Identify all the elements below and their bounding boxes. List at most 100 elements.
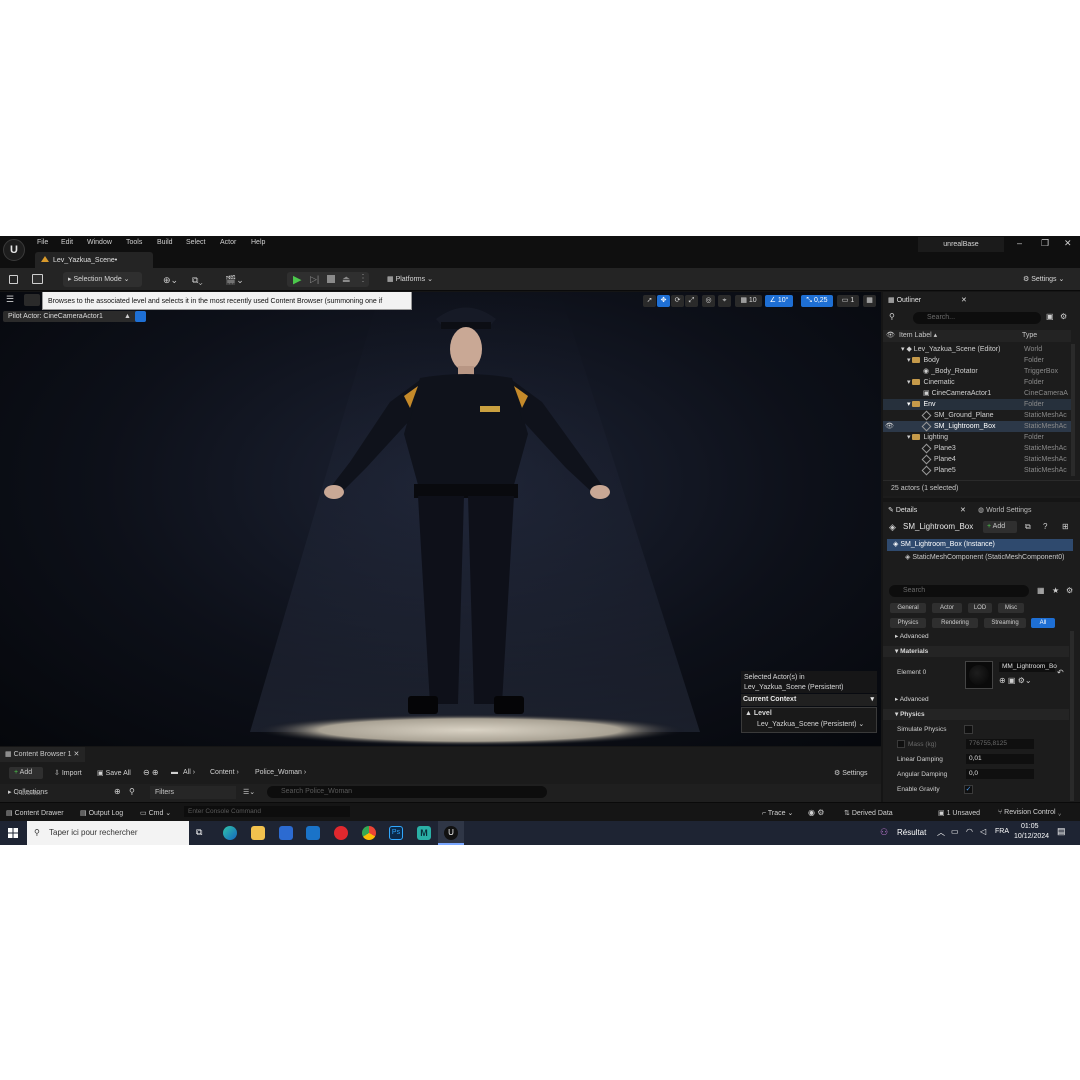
collection-search-icon[interactable]: ⚲: [129, 787, 135, 796]
filter-physics[interactable]: Physics: [890, 618, 926, 628]
details-scrollbar[interactable]: [1070, 631, 1074, 801]
close-icon[interactable]: ✕: [1064, 238, 1072, 249]
camera-speed-button[interactable]: ▭ 1: [837, 295, 859, 307]
details-tab[interactable]: ✎ Details: [888, 506, 917, 514]
menu-actor[interactable]: Actor: [220, 239, 236, 246]
filter-all[interactable]: All: [1031, 618, 1055, 628]
select-tool-icon[interactable]: ➚: [643, 295, 656, 307]
viewport-layout-icon[interactable]: ▦: [863, 295, 876, 307]
unreal-logo-icon[interactable]: U: [3, 239, 25, 261]
reset-icon[interactable]: ↶: [1057, 668, 1064, 677]
details-close-icon[interactable]: ✕: [960, 506, 966, 514]
filters-button[interactable]: Filters: [150, 786, 236, 799]
level-tab[interactable]: Lev_Yazkua_Scene•: [35, 252, 153, 268]
outliner-row-plane5[interactable]: Plane5 StaticMeshAc: [883, 465, 1071, 476]
opera-icon[interactable]: [334, 826, 348, 840]
content-drawer-button[interactable]: ▤ Content Drawer: [6, 809, 64, 817]
volume-icon[interactable]: ◁: [980, 827, 986, 836]
details-options-icon[interactable]: ⊞: [1062, 522, 1069, 531]
breadcrumb-content[interactable]: Content ›: [210, 769, 239, 776]
content-add-button[interactable]: + Add: [9, 767, 43, 779]
outliner-row-world[interactable]: ▾ ◆ Lev_Yazkua_Scene (Editor) World: [883, 344, 1071, 355]
linear-damping-value[interactable]: 0,01: [966, 754, 1034, 764]
level-viewport[interactable]: Browses to the associated level and sele…: [0, 292, 881, 746]
add-component-button[interactable]: + Add: [983, 521, 1017, 533]
add-collection-icon[interactable]: ⊕: [114, 787, 121, 796]
outliner-row-body[interactable]: ▾ Body Folder: [883, 355, 1071, 366]
task-view-icon[interactable]: ⧉: [196, 827, 202, 838]
outliner-row-plane3[interactable]: Plane3 StaticMeshAc: [883, 443, 1071, 454]
output-log-button[interactable]: ▤ Output Log: [80, 809, 123, 817]
visibility-icon[interactable]: 👁: [885, 421, 894, 432]
history-back-icon[interactable]: ⊖ ⊕: [143, 768, 159, 777]
filter-lod[interactable]: LOD: [968, 603, 992, 613]
advanced-section-2[interactable]: ▸ Advanced: [883, 694, 1069, 705]
favorites-label[interactable]: Favorites: [17, 791, 42, 797]
outlook-icon[interactable]: [306, 826, 320, 840]
clock-time[interactable]: 01:05: [1021, 823, 1039, 830]
material-name-field[interactable]: MM_Lightroom_Bo: [999, 662, 1057, 672]
item-label-column[interactable]: Item Label ▴: [899, 330, 937, 342]
blueprint-convert-icon[interactable]: ⧉: [1025, 522, 1031, 532]
platforms-button[interactable]: ▦ Platforms ⌄: [382, 272, 442, 287]
mass-override-checkbox[interactable]: [897, 740, 905, 748]
details-settings-icon[interactable]: ⚙: [1066, 586, 1073, 595]
outliner-row-lighting[interactable]: ▾ Lighting Folder: [883, 432, 1071, 443]
angular-damping-value[interactable]: 0,0: [966, 769, 1034, 779]
scale-snap-button[interactable]: ⤡ 0,25: [801, 295, 833, 307]
filter-general[interactable]: General: [890, 603, 926, 613]
current-context-header[interactable]: Current Context ▾: [741, 694, 877, 706]
selection-mode-button[interactable]: ▸ Selection Mode ⌄: [63, 272, 142, 287]
console-input[interactable]: Enter Console Command: [184, 806, 350, 817]
trace-button[interactable]: ⌐ Trace ⌄: [762, 809, 793, 817]
bookmark-icon[interactable]: ▣: [1046, 312, 1054, 321]
outliner-row-env[interactable]: ▾ Env Folder: [883, 399, 1071, 410]
content-search-input[interactable]: Search Police_Woman: [267, 786, 547, 798]
physics-section[interactable]: ▾ Physics: [883, 709, 1069, 720]
edge-icon[interactable]: [223, 826, 237, 840]
clock-date[interactable]: 10/12/2024: [1014, 833, 1049, 840]
details-search-input[interactable]: Search: [889, 585, 1029, 597]
mass-value[interactable]: 776755,8125: [966, 739, 1034, 749]
materials-section[interactable]: ▾ Materials: [883, 646, 1069, 657]
hamburger-icon[interactable]: ☰: [6, 294, 14, 305]
outliner-row-body-rotator[interactable]: ◉ _Body_Rotator TriggerBox: [883, 366, 1071, 377]
outliner-scrollbar[interactable]: [1071, 344, 1075, 476]
type-column[interactable]: Type: [1022, 330, 1037, 342]
actor-name-field[interactable]: SM_Lightroom_Box: [903, 522, 973, 531]
more-options-icon[interactable]: ⋮: [358, 273, 368, 284]
menu-window[interactable]: Window: [87, 239, 112, 246]
menu-edit[interactable]: Edit: [61, 239, 73, 246]
world-settings-tab[interactable]: ◍ World Settings: [978, 506, 1031, 514]
rotate-tool-icon[interactable]: ⟳: [671, 295, 684, 307]
breadcrumb-all[interactable]: All ›: [183, 769, 195, 776]
outliner-tab[interactable]: ▦ Outliner: [888, 296, 921, 304]
advanced-section[interactable]: ▸ Advanced: [883, 631, 1069, 642]
cinematics-icon[interactable]: 🎬⌄: [225, 275, 244, 286]
outliner-row-ground-plane[interactable]: SM_Ground_Plane StaticMeshAc: [883, 410, 1071, 421]
rotation-snap-button[interactable]: ∠ 10°: [765, 295, 793, 307]
outliner-row-plane4[interactable]: Plane4 StaticMeshAc: [883, 454, 1071, 465]
import-button[interactable]: ⇩ Import: [54, 769, 82, 777]
menu-help[interactable]: Help: [251, 239, 265, 246]
breadcrumb-police-woman[interactable]: Police_Woman ›: [255, 769, 306, 776]
simulate-physics-checkbox[interactable]: [964, 725, 973, 734]
translate-tool-icon[interactable]: ✥: [657, 295, 670, 307]
content-browser-tab[interactable]: ▦ Content Browser 1 ✕: [0, 747, 85, 762]
menu-file[interactable]: File: [37, 239, 48, 246]
favorite-icon[interactable]: ★: [1052, 586, 1059, 595]
minimize-icon[interactable]: –: [1017, 238, 1022, 248]
camera-lock-icon[interactable]: [135, 311, 146, 322]
folder-root-icon[interactable]: ▬: [171, 769, 178, 776]
help-icon[interactable]: ?: [1043, 522, 1047, 531]
settings-button[interactable]: ⚙ Settings ⌄: [1018, 272, 1074, 287]
unreal-taskbar-item[interactable]: U: [438, 821, 464, 845]
tray-chevron-icon[interactable]: ︿: [937, 827, 945, 838]
outliner-row-cinecamera[interactable]: ▣ CineCameraActor1 CineCameraA: [883, 388, 1071, 399]
store-icon[interactable]: [279, 826, 293, 840]
enable-gravity-checkbox[interactable]: ✓: [964, 785, 973, 794]
menu-select[interactable]: Select: [186, 239, 205, 246]
component-instance-row[interactable]: ◈ SM_Lightroom_Box (Instance): [887, 539, 1073, 551]
filter-icon[interactable]: ⚲: [889, 312, 895, 321]
save-all-button[interactable]: ▣ Save All: [97, 769, 131, 777]
